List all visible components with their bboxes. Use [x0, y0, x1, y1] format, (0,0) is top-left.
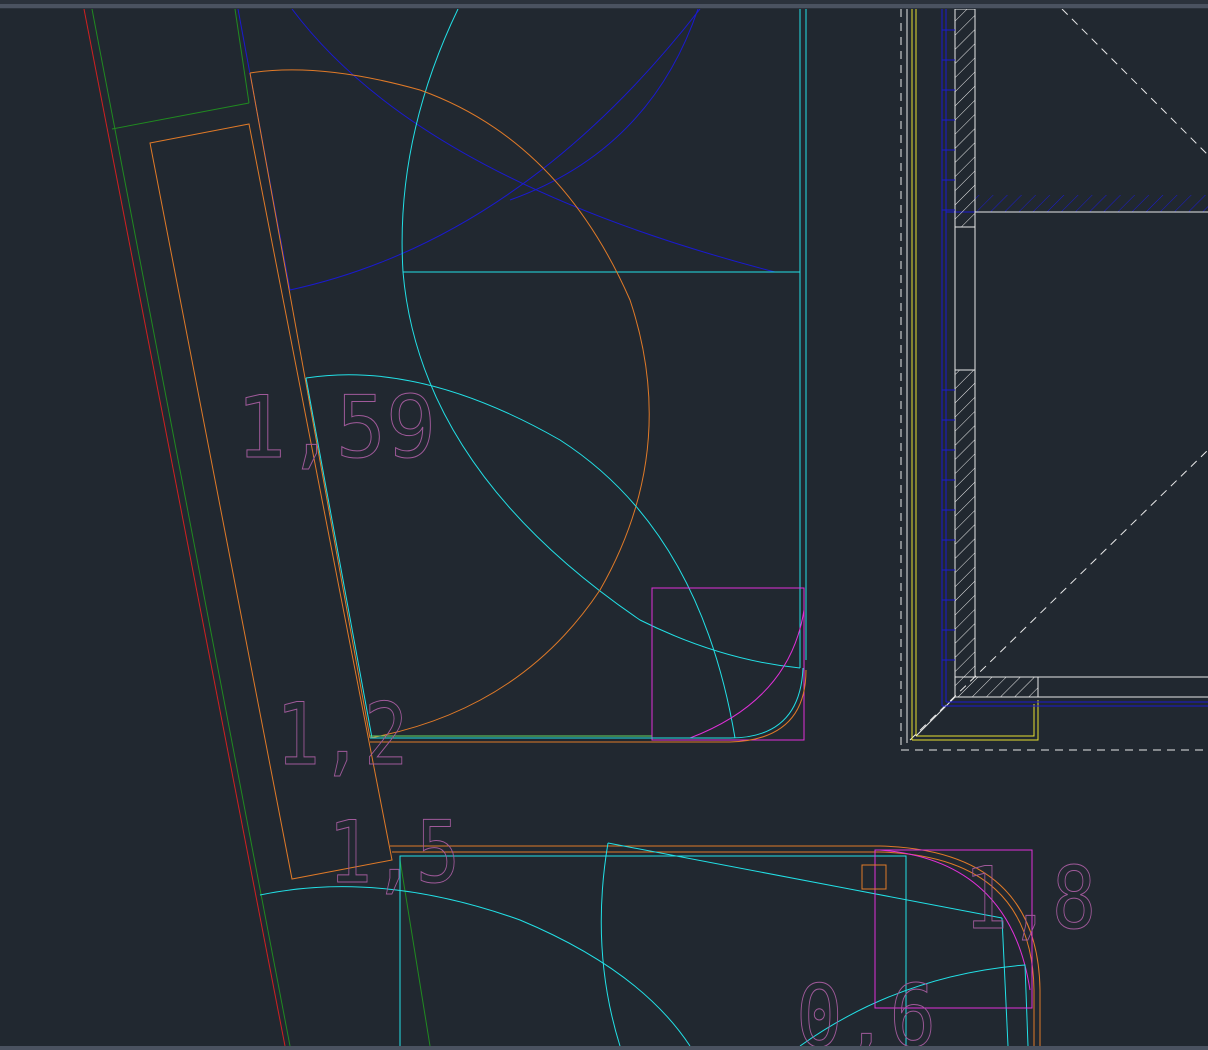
- blue-wall-ticks: [942, 29, 955, 661]
- hatched-wall-upper[interactable]: [954, 9, 976, 228]
- orange-corner-outline-upper[interactable]: [370, 667, 804, 739]
- green-crossline[interactable]: [111, 102, 250, 130]
- cad-viewport[interactable]: 1,59 1,2 1,5 1,8 0,6: [0, 0, 1208, 1050]
- white-dashed-diagonal-upper[interactable]: [1061, 9, 1208, 156]
- orange-lower-outline[interactable]: [390, 845, 1041, 1046]
- green-boundary-line-left[interactable]: [91, 9, 291, 1046]
- orange-small-square[interactable]: [861, 864, 887, 890]
- dimension-label-1-2[interactable]: 1,2: [276, 685, 409, 786]
- orange-lower-outline-inner[interactable]: [392, 851, 1035, 1046]
- blue-swing-arc-upper[interactable]: [291, 9, 776, 273]
- dimension-label-1-8[interactable]: 1,8: [964, 849, 1097, 950]
- blue-hatch-band-top[interactable]: [975, 195, 1208, 212]
- magenta-square[interactable]: [651, 587, 805, 741]
- dimension-label-1-59[interactable]: 1,59: [236, 378, 437, 479]
- cyan-turning-circle-top-right[interactable]: [509, 9, 699, 201]
- cyan-lower-swing-left[interactable]: [259, 886, 691, 1046]
- blue-swing-arc-top[interactable]: [289, 9, 701, 291]
- orange-corner-outline-outer[interactable]: [370, 669, 807, 743]
- cyan-lower-swing-mid[interactable]: [600, 842, 621, 1046]
- dimension-label-0-6[interactable]: 0,6: [796, 967, 937, 1050]
- hatched-wall-bottom[interactable]: [954, 676, 1039, 698]
- white-corner-diagonal[interactable]: [915, 696, 956, 737]
- viewport-bottom-border: [0, 1046, 1208, 1050]
- hatched-wall-lower[interactable]: [954, 369, 976, 678]
- dimension-label-1-5[interactable]: 1,5: [328, 803, 461, 904]
- yellow-wall-bottom-inner[interactable]: [916, 704, 1035, 737]
- cad-drawing-canvas[interactable]: 1,59 1,2 1,5 1,8 0,6: [0, 0, 1208, 1050]
- red-boundary-line[interactable]: [83, 9, 286, 1046]
